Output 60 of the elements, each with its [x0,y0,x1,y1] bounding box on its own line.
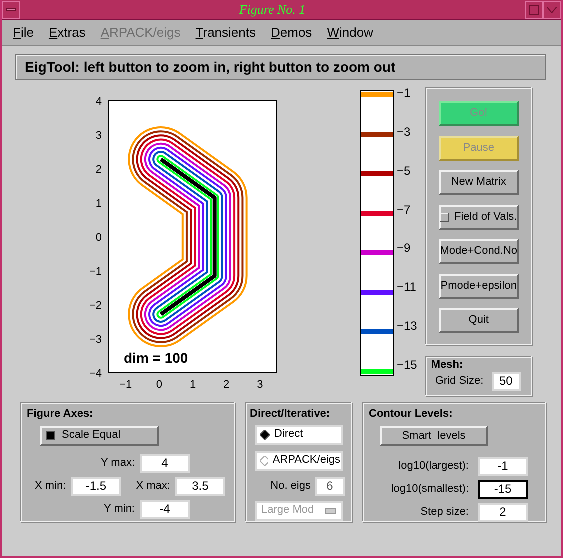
colorbar-label: −7 [397,202,412,217]
x-tick-label: 2 [224,379,230,391]
input-field[interactable]: 4 [140,454,190,472]
panel-title: Direct/Iterative: [250,407,330,422]
y-tick-label: −3 [89,334,102,346]
radio-button[interactable]: Direct [254,424,342,444]
y-tick-label: 1 [96,198,102,210]
field-label: Y max: [100,456,135,471]
toggle-button[interactable]: Field of Vals. [438,204,519,230]
dimension-label: dim = 100 [124,350,188,366]
field-label: Y min: [103,502,135,517]
input-field[interactable]: 50 [492,372,521,391]
menu-item[interactable]: Extras [48,22,86,42]
x-tick-label: 0 [156,379,162,391]
y-tick-label: −2 [89,300,102,312]
menu-item[interactable]: Demos [271,22,312,42]
field-label: X max: [136,478,170,494]
input-field[interactable]: 2 [478,502,528,522]
y-tick-label: 4 [96,96,102,108]
field-label: log10(largest): [398,458,469,474]
field-label: Step size: [420,504,469,520]
action-button[interactable]: New Matrix [438,170,519,195]
menu-item[interactable]: File [13,22,34,42]
panel-title: Mesh: [431,359,464,372]
y-tick-label: −4 [89,368,102,380]
panel-title: Figure Axes: [27,407,94,422]
radio-button[interactable]: ARPACK/eigs [254,450,342,470]
action-button[interactable]: Pmode+epsilon [438,274,519,298]
y-tick-label: 0 [96,232,102,244]
colorbar-label: −11 [397,280,418,294]
y-tick-label: −1 [89,266,102,278]
input-field[interactable]: -15 [478,480,528,498]
menu-item[interactable]: Transients [196,22,256,42]
input-field[interactable]: -4 [140,500,190,518]
y-tick-label: 2 [96,164,102,176]
colorbar-label: −9 [397,241,412,256]
scale-equal-toggle[interactable]: Scale Equal [40,426,159,446]
panel-title: Contour Levels: [369,407,454,422]
message-bar: EigTool: left button to zoom in, right button to zoom out [15,54,546,80]
field-label: X min: [35,478,66,494]
field-label: No. eigs [270,478,311,494]
action-button[interactable]: Mode+Cond.No [438,239,519,264]
action-button[interactable]: Quit [438,308,519,333]
colorbar-label: −15 [397,358,418,372]
smart-levels-button[interactable]: Smart levels [380,426,488,446]
field-label: Grid Size: [435,374,484,390]
menu-item[interactable]: Window [327,22,374,42]
window-title: Figure No. 1 [238,0,307,19]
colorbar-label: −13 [397,319,418,334]
colorbar-label: −3 [397,124,412,139]
field-label: log10(smallest): [390,482,469,497]
x-tick-label: 1 [190,379,196,391]
colorbar-label: −5 [397,164,412,178]
input-field[interactable]: 3.5 [175,476,226,496]
input-field[interactable]: -1 [478,456,528,476]
colorbar-label: −1 [397,86,412,100]
y-tick-label: 3 [96,130,102,142]
x-tick-label: 3 [257,379,264,391]
x-tick-label: −1 [120,379,132,391]
input-field[interactable]: -1.5 [71,476,122,496]
